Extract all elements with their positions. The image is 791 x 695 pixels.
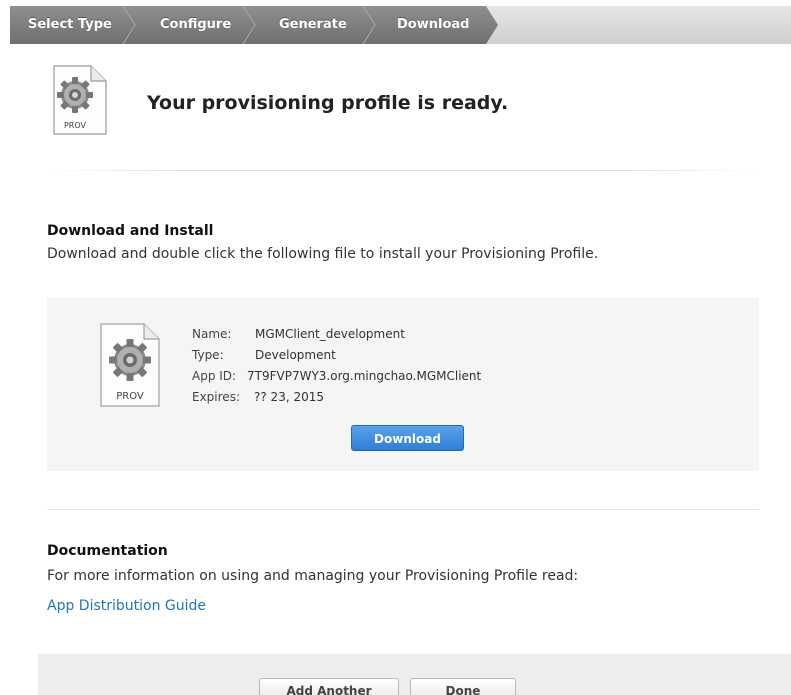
expires-value: ?? 23, 2015 (254, 390, 324, 404)
chevron-right-icon (362, 6, 376, 44)
expires-label: Expires: (192, 390, 240, 404)
name-label: Name: (192, 327, 232, 341)
provisioning-profile-icon: PROV (51, 64, 109, 140)
step-configure[interactable]: Configure (160, 6, 231, 44)
provisioning-profile-icon: PROV (98, 322, 162, 412)
divider (47, 170, 759, 171)
step-generate[interactable]: Generate (279, 6, 347, 44)
type-label: Type: (192, 348, 224, 362)
step-navigation: Select Type Configure Generate Download (10, 6, 791, 44)
download-install-description: Download and double click the following … (47, 246, 599, 262)
page-title: Your provisioning profile is ready. (147, 92, 509, 114)
profile-expires-row: Expires: ?? 23, 2015 (192, 390, 324, 404)
app-distribution-guide-link[interactable]: App Distribution Guide (47, 598, 206, 614)
add-another-button[interactable]: Add Another (259, 678, 399, 695)
profile-name-row: Name: MGMClient_development (192, 327, 405, 341)
appid-label: App ID: (192, 369, 237, 383)
step-download[interactable]: Download (397, 6, 469, 44)
type-value: Development (255, 348, 336, 362)
profile-appid-row: App ID: 7T9FVP7WY3.org.mingchao.MGMClient (192, 369, 481, 383)
download-install-heading: Download and Install (47, 223, 214, 239)
documentation-heading: Documentation (47, 543, 168, 559)
documentation-description: For more information on using and managi… (47, 568, 579, 584)
name-value: MGMClient_development (255, 327, 405, 341)
profile-type-row: Type: Development (192, 348, 336, 362)
divider (47, 509, 759, 510)
icon-label: PROV (116, 391, 144, 402)
appid-value: 7T9FVP7WY3.org.mingchao.MGMClient (247, 369, 482, 383)
icon-label: PROV (64, 121, 87, 130)
step-select-type[interactable]: Select Type (28, 6, 112, 44)
chevron-right-icon (122, 6, 136, 44)
footer-bar: Add Another Done (38, 654, 791, 695)
chevron-right-icon (242, 6, 256, 44)
done-button[interactable]: Done (410, 678, 516, 695)
download-button[interactable]: Download (351, 425, 464, 451)
